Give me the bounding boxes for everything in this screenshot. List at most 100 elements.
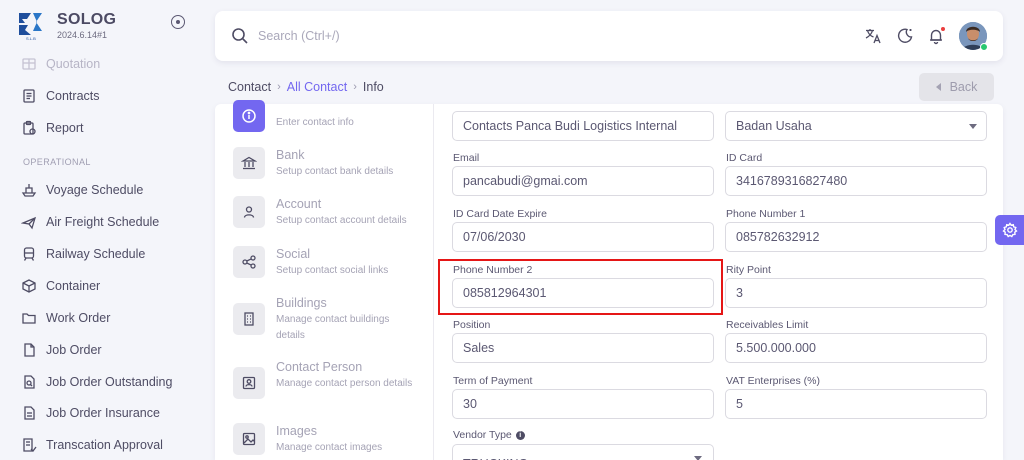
sidebar-item-voyage-schedule[interactable]: Voyage Schedule [20,178,190,202]
translate-icon[interactable] [863,26,883,46]
sidebar-item-label: Transcation Approval [46,438,163,452]
step-title: Social [276,247,311,261]
email-field[interactable] [452,166,714,196]
info-icon [233,100,265,132]
step-desc: Manage contact images [276,442,383,453]
box-icon [20,277,38,295]
id-card-field[interactable] [725,166,987,196]
sidebar-item-label: Air Freight Schedule [46,215,160,229]
train-icon [20,245,38,263]
customizer-settings-button[interactable] [995,215,1024,245]
step-bank[interactable]: Bank Setup contact bank details [233,147,423,191]
file-icon [20,341,38,359]
online-status-dot [980,43,988,51]
breadcrumb-contact[interactable]: Contact [228,80,271,94]
back-arrow-icon [935,83,941,91]
sidebar-item-label: Quotation [46,57,101,71]
breadcrumb-separator-icon: › [353,81,357,93]
step-info[interactable]: Enter contact info [233,100,423,144]
phone-number-1-field[interactable] [725,222,987,252]
plane-icon [20,213,38,231]
breadcrumb-separator-icon: › [277,81,281,93]
rity-point-field[interactable] [725,278,987,308]
email-label: Email [453,152,480,164]
sidebar-item-job-order-insurance[interactable]: Job Order Insurance [20,401,190,425]
step-images[interactable]: Images Manage contact images [233,423,423,460]
report-icon [20,119,38,137]
sidebar-toggle-icon[interactable] [171,15,185,29]
step-social[interactable]: Social Setup contact social links [233,246,423,290]
chevron-down-icon [694,456,702,460]
sidebar-item-label: Container [46,279,101,293]
position-field[interactable] [452,333,714,363]
term-of-payment-field[interactable] [452,389,714,419]
vat-enterprises-field[interactable] [725,389,987,419]
step-buildings[interactable]: Buildings Manage contact buildings detai… [233,295,423,341]
breadcrumb-all-contact[interactable]: All Contact [287,80,347,94]
theme-toggle-icon[interactable] [895,26,915,46]
share-icon [233,246,265,278]
sidebar-item-label: Job Order Insurance [46,406,160,420]
brand-name: SOLOG [57,11,117,28]
top-navbar [215,11,1003,61]
phone-number-1-label: Phone Number 1 [726,208,806,220]
highlight-box [438,259,723,315]
company-name-input[interactable] [452,111,714,141]
step-desc: Setup contact social links [276,265,389,276]
file-text-icon [20,404,38,422]
sidebar-item-railway-schedule[interactable]: Railway Schedule [20,242,190,266]
sidebar-item-container[interactable]: Container [20,274,190,298]
sidebar-item-job-order-outstanding[interactable]: Job Order Outstanding [20,370,190,394]
sidebar-item-label: Job Order [46,343,102,357]
contracts-icon [20,87,38,105]
notification-bell-icon[interactable] [926,26,946,46]
notification-badge [940,26,946,32]
vendor-type-label-text: Vendor Type [453,429,512,441]
business-entity-select[interactable] [725,111,987,141]
user-icon [233,196,265,228]
file-search-icon [20,373,38,391]
step-desc: Manage contact buildings details [276,314,390,341]
step-contact-person[interactable]: Contact Person Manage contact person det… [233,359,423,403]
logo-tag: S.L.B [26,36,36,41]
receivables-limit-field[interactable] [725,333,987,363]
sidebar-item-air-freight-schedule[interactable]: Air Freight Schedule [20,210,190,234]
id-card-expire-field[interactable] [452,222,714,252]
bank-icon [233,147,265,179]
step-title: Images [276,424,317,438]
id-card-label: ID Card [726,152,763,164]
step-account[interactable]: Account Setup contact account details [233,196,423,240]
sidebar-item-label: Contracts [46,89,100,103]
sidebar-item-label: Work Order [46,311,111,325]
sidebar-item-work-order[interactable]: Work Order [20,306,190,330]
sidebar-item-label: Job Order Outstanding [46,375,173,389]
vat-enterprises-label: VAT Enterprises (%) [726,375,820,387]
brand[interactable]: S.L.B SOLOG 2024.6.14#1 [16,9,196,43]
sidebar-item-report[interactable]: Report [20,116,190,140]
quotation-icon [20,55,38,73]
breadcrumb: Contact › All Contact › Info [228,80,384,94]
breadcrumb-current: Info [362,80,384,94]
step-desc: Manage contact person details [276,378,413,389]
rity-point-label: Rity Point [726,264,771,276]
sidebar-item-contracts[interactable]: Contracts [20,84,190,108]
gear-icon [1001,222,1018,238]
sidebar-item-transcation-approval[interactable]: Transcation Approval [20,433,190,457]
step-desc: Setup contact bank details [276,166,394,177]
sologo-logo-icon: S.L.B [19,13,42,41]
section-label-operational: OPERATIONAL [23,157,91,167]
ship-icon [20,181,38,199]
contact-card-icon [233,367,265,399]
step-title: Account [276,197,322,211]
image-icon [233,423,265,455]
sidebar-item-quotation[interactable]: Quotation [20,52,190,76]
step-title: Contact Person [276,360,363,374]
sidebar-item-job-order[interactable]: Job Order [20,338,190,362]
vendor-type-select[interactable] [452,444,714,460]
step-title: Buildings [276,296,327,310]
search-input[interactable] [258,25,558,47]
back-button[interactable]: Back [919,73,994,101]
brand-version: 2024.6.14#1 [57,30,108,40]
sidebar-item-label: Report [46,121,84,135]
search-icon[interactable] [231,27,249,45]
